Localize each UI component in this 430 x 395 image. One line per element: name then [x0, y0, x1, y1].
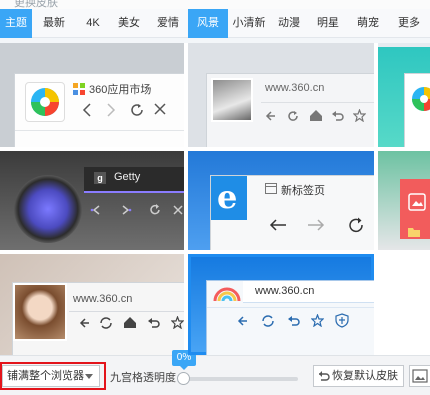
refresh-icon: [288, 111, 298, 121]
back-icon: [265, 111, 275, 121]
portrait-photo: [13, 283, 67, 341]
tab-icon: [265, 183, 277, 194]
close-icon: [173, 205, 183, 215]
opacity-label: 九宫格透明度: [110, 372, 176, 384]
portrait-photo: [211, 78, 253, 122]
skin-dialog: 更换皮肤 主题 最新 4K 美女 爱情 风景 小清新 动漫 明星 萌宠 更多 3…: [0, 0, 430, 395]
tab-fresh[interactable]: 小清新: [228, 9, 270, 38]
back-icon: [82, 103, 91, 117]
close-icon: [154, 103, 166, 115]
tab-theme[interactable]: 主题: [0, 9, 32, 38]
tab-more[interactable]: 更多: [388, 9, 430, 38]
tab-latest[interactable]: 最新: [32, 9, 76, 38]
undo-icon: [332, 111, 344, 121]
restore-label: 恢复默认皮肤: [332, 370, 398, 382]
fill-mode-dropdown[interactable]: 铺满整个浏览器: [2, 365, 100, 387]
forward-icon: [122, 205, 132, 215]
preview-panel: e 新标签页: [210, 175, 374, 250]
tab-strip: g Getty: [84, 167, 184, 191]
opacity-slider-handle[interactable]: [177, 372, 190, 385]
ie-logo: e: [211, 176, 247, 220]
skin-card-cartoon[interactable]: www.360.cn: [188, 254, 374, 355]
undo-icon: [148, 318, 160, 328]
folder-icon: [408, 228, 420, 237]
category-tabs: 主题 最新 4K 美女 爱情 风景 小清新 动漫 明星 萌宠 更多: [0, 9, 430, 38]
forward-icon: [308, 219, 325, 231]
app-store-logo: [412, 87, 430, 111]
skin-card-red[interactable]: [378, 151, 430, 250]
tab-pets[interactable]: 萌宠: [348, 9, 388, 38]
image-icon: [412, 369, 428, 383]
url-text: www.360.cn: [265, 82, 325, 94]
preview-panel: www.360.cn: [206, 280, 374, 355]
home-icon: [124, 317, 136, 328]
star-icon: [353, 109, 366, 122]
refresh-icon: [150, 204, 160, 215]
tab-anime[interactable]: 动漫: [270, 9, 308, 38]
skin-card-blank[interactable]: [378, 254, 430, 355]
skin-card-portrait-brown[interactable]: www.360.cn: [0, 254, 184, 355]
refresh-icon: [349, 217, 363, 233]
skin-grid: 360应用市场 www.360.cn g Getty e 新标签页 www.36…: [0, 43, 430, 355]
url-text: www.360.cn: [73, 293, 133, 305]
vinyl-disc-icon: [14, 175, 82, 243]
restore-icon: [319, 371, 330, 381]
url-text: www.360.cn: [255, 285, 315, 297]
tab-title: 360应用市场: [89, 84, 152, 96]
title-bar: 更换皮肤: [0, 0, 430, 9]
fill-mode-value: 铺满整个浏览器: [7, 370, 84, 382]
skin-card-teal[interactable]: [378, 43, 430, 147]
restore-default-button[interactable]: 恢复默认皮肤: [313, 365, 404, 387]
skin-card-app-store[interactable]: 360应用市场: [0, 43, 184, 147]
grid-icon: [73, 82, 85, 95]
skin-card-new-tab[interactable]: e 新标签页: [188, 151, 374, 250]
app-store-logo: [25, 82, 65, 122]
back-icon: [269, 219, 286, 231]
preview-panel: [404, 73, 430, 147]
forward-icon: [107, 103, 116, 117]
home-icon: [310, 110, 322, 121]
shield-icon: [335, 313, 349, 328]
preview-panel: 360应用市场: [14, 73, 184, 147]
window-title: 更换皮肤: [14, 0, 58, 9]
undo-icon: [288, 316, 300, 326]
sync-icon: [262, 315, 274, 327]
sync-icon: [100, 317, 112, 329]
star-icon: [311, 314, 324, 327]
skin-card-getty[interactable]: g Getty: [0, 151, 184, 250]
back-icon: [79, 318, 89, 328]
refresh-icon: [131, 104, 143, 116]
preview-panel: www.360.cn: [206, 73, 374, 147]
tab-title: 新标签页: [281, 185, 325, 197]
tab-love[interactable]: 爱情: [148, 9, 188, 38]
back-icon: [237, 316, 247, 326]
back-icon: [90, 205, 100, 215]
tab-4k[interactable]: 4K: [76, 9, 110, 38]
bottom-toolbar: 铺满整个浏览器 九宫格透明度 0% 恢复默认皮肤: [0, 350, 430, 395]
preview-panel: [400, 179, 430, 239]
rainbow-icon: [213, 287, 241, 302]
image-icon: [408, 193, 426, 211]
chevron-down-icon: [85, 374, 93, 379]
opacity-slider-track[interactable]: [180, 377, 298, 381]
tab-beauty[interactable]: 美女: [110, 9, 148, 38]
preview-panel: www.360.cn: [12, 282, 184, 355]
skin-card-portrait[interactable]: www.360.cn: [188, 43, 374, 147]
tab-star[interactable]: 明星: [308, 9, 348, 38]
getty-logo: g: [94, 172, 106, 184]
upload-image-button[interactable]: [409, 365, 430, 387]
tab-title: Getty: [114, 171, 141, 183]
tab-scenery[interactable]: 风景: [188, 9, 228, 38]
star-icon: [171, 316, 184, 329]
